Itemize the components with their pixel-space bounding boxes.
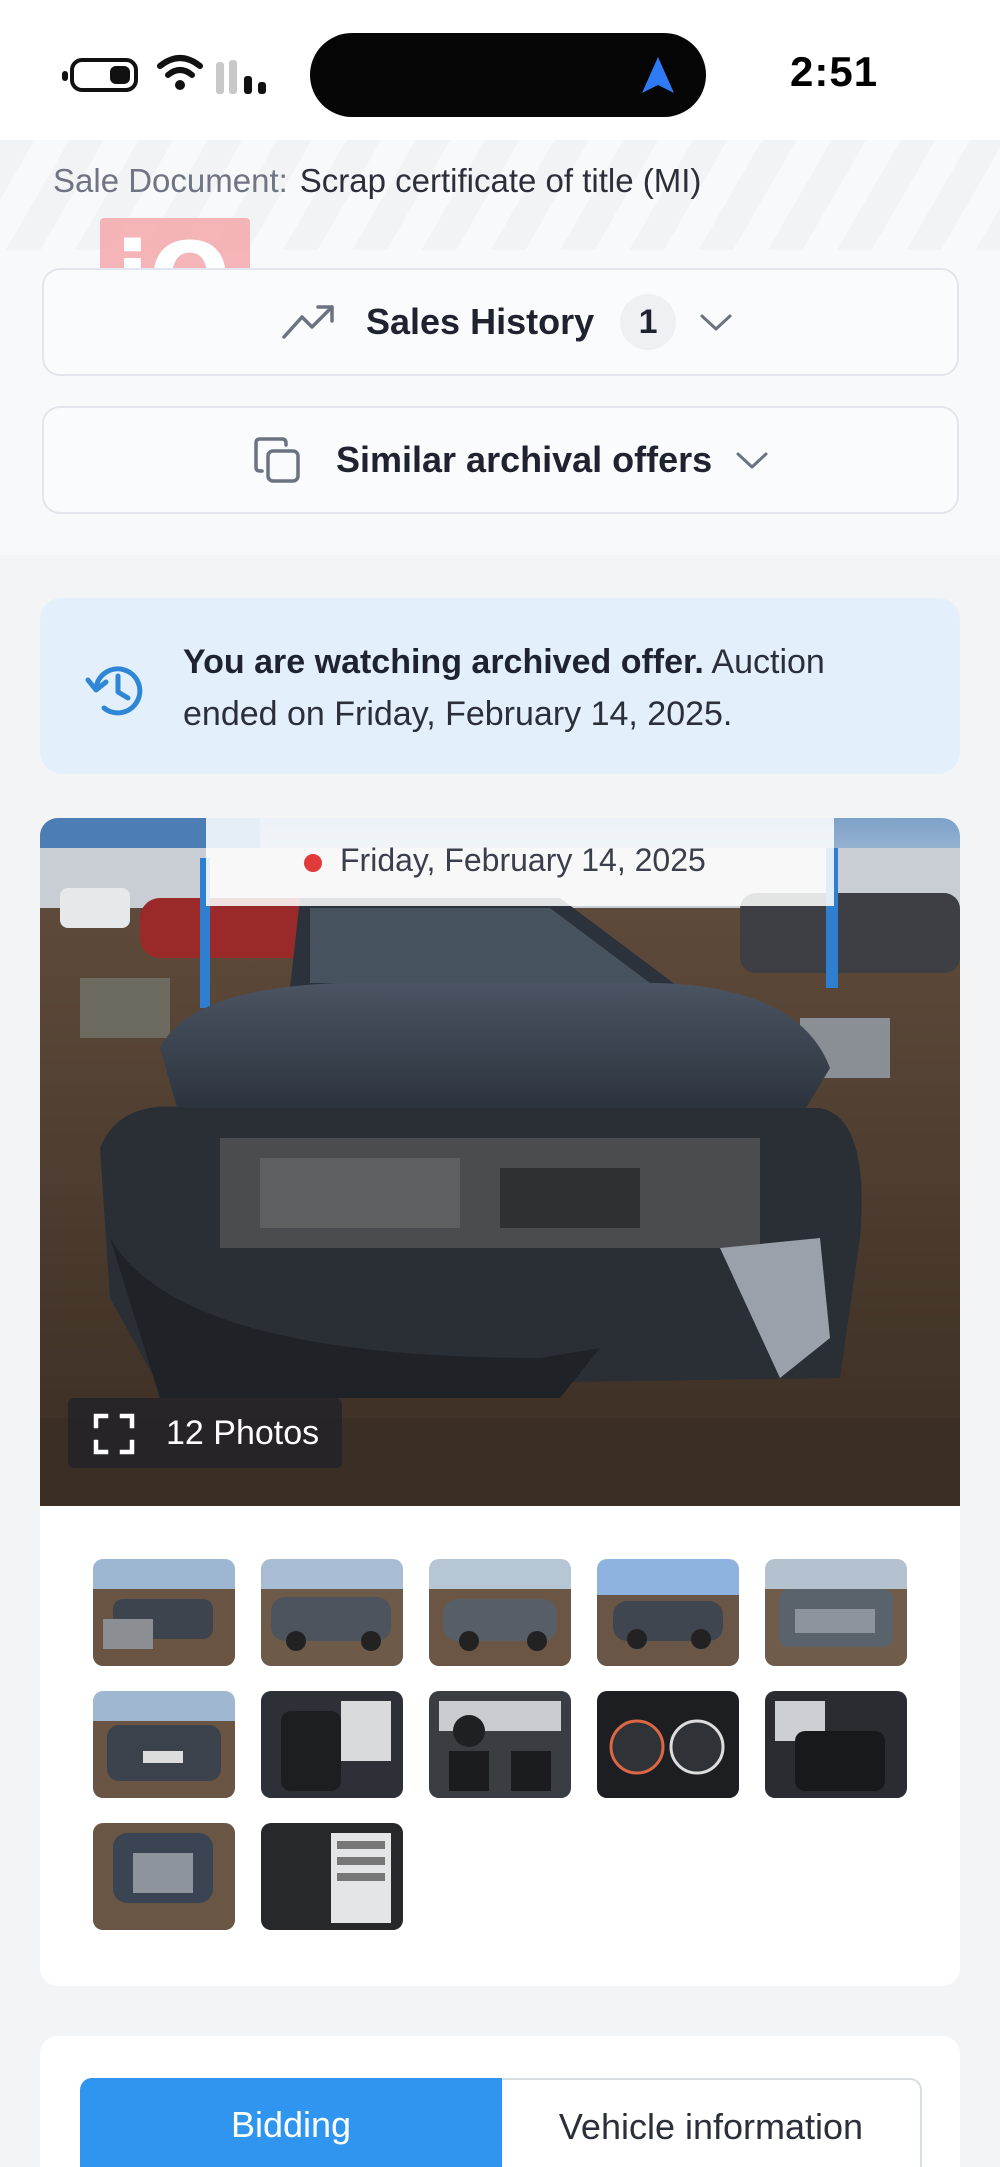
fullscreen-icon [93, 1413, 135, 1455]
thumbnail[interactable] [93, 1823, 235, 1930]
status-dot [304, 854, 322, 872]
photo-count-button[interactable]: 12 Photos [68, 1398, 342, 1468]
chevron-down-icon [736, 452, 768, 469]
thumbnail[interactable] [261, 1559, 403, 1666]
thumbnail[interactable] [93, 1691, 235, 1798]
battery-icon [62, 58, 138, 92]
archived-offer-text: You are watching archived offer. Auction… [183, 636, 923, 740]
thumbnail[interactable] [261, 1691, 403, 1798]
thumbnail[interactable] [597, 1691, 739, 1798]
status-time: 2:51 [790, 48, 879, 95]
sales-history-count-badge: 1 [620, 294, 677, 350]
tab-bidding[interactable]: Bidding [80, 2078, 502, 2167]
thumbnail[interactable] [765, 1691, 907, 1798]
archived-offer-bold: You are watching archived offer. [183, 643, 704, 681]
sales-history-label: Sales History [366, 301, 595, 342]
trending-up-icon [282, 305, 334, 339]
history-icon [85, 666, 143, 716]
sale-document-value: Scrap certificate of title (MI) [299, 162, 702, 199]
thumbnail[interactable] [597, 1559, 739, 1666]
status-bar: 2:51 [0, 0, 1000, 140]
cellular-signal-icon [216, 60, 266, 94]
thumbnail[interactable] [429, 1559, 571, 1666]
thumbnail[interactable] [429, 1691, 571, 1798]
sale-document-label: Sale Document: [53, 162, 288, 199]
auction-date: Friday, February 14, 2025 [340, 842, 706, 878]
thumbnail[interactable] [261, 1823, 403, 1930]
copy-icon [254, 437, 300, 483]
detail-tabs: Bidding Vehicle information [40, 2036, 960, 2167]
location-arrow-icon [642, 57, 674, 93]
header-card: Sale Document: Scrap certificate of title… [0, 140, 1000, 555]
archived-offer-notice: You are watching archived offer. Auction… [40, 598, 960, 774]
thumbnail[interactable] [93, 1559, 235, 1666]
sales-history-accordion[interactable]: Sales History 1 [42, 268, 959, 376]
dynamic-island [310, 33, 706, 117]
similar-offers-accordion[interactable]: Similar archival offers [42, 406, 959, 514]
photo-gallery: Friday, February 14, 2025 12 Photos [40, 818, 960, 1986]
wifi-icon [157, 55, 203, 90]
auction-date-banner: Friday, February 14, 2025 [206, 818, 834, 906]
similar-offers-label: Similar archival offers [336, 439, 713, 480]
chevron-down-icon [700, 314, 732, 331]
sale-document-row: Sale Document: Scrap certificate of title… [53, 162, 701, 200]
photo-count-label: 12 Photos [166, 1414, 320, 1452]
thumbnail[interactable] [765, 1559, 907, 1666]
main-vehicle-photo[interactable]: Friday, February 14, 2025 12 Photos [40, 818, 960, 1506]
tab-vehicle-information[interactable]: Vehicle information [502, 2078, 922, 2167]
